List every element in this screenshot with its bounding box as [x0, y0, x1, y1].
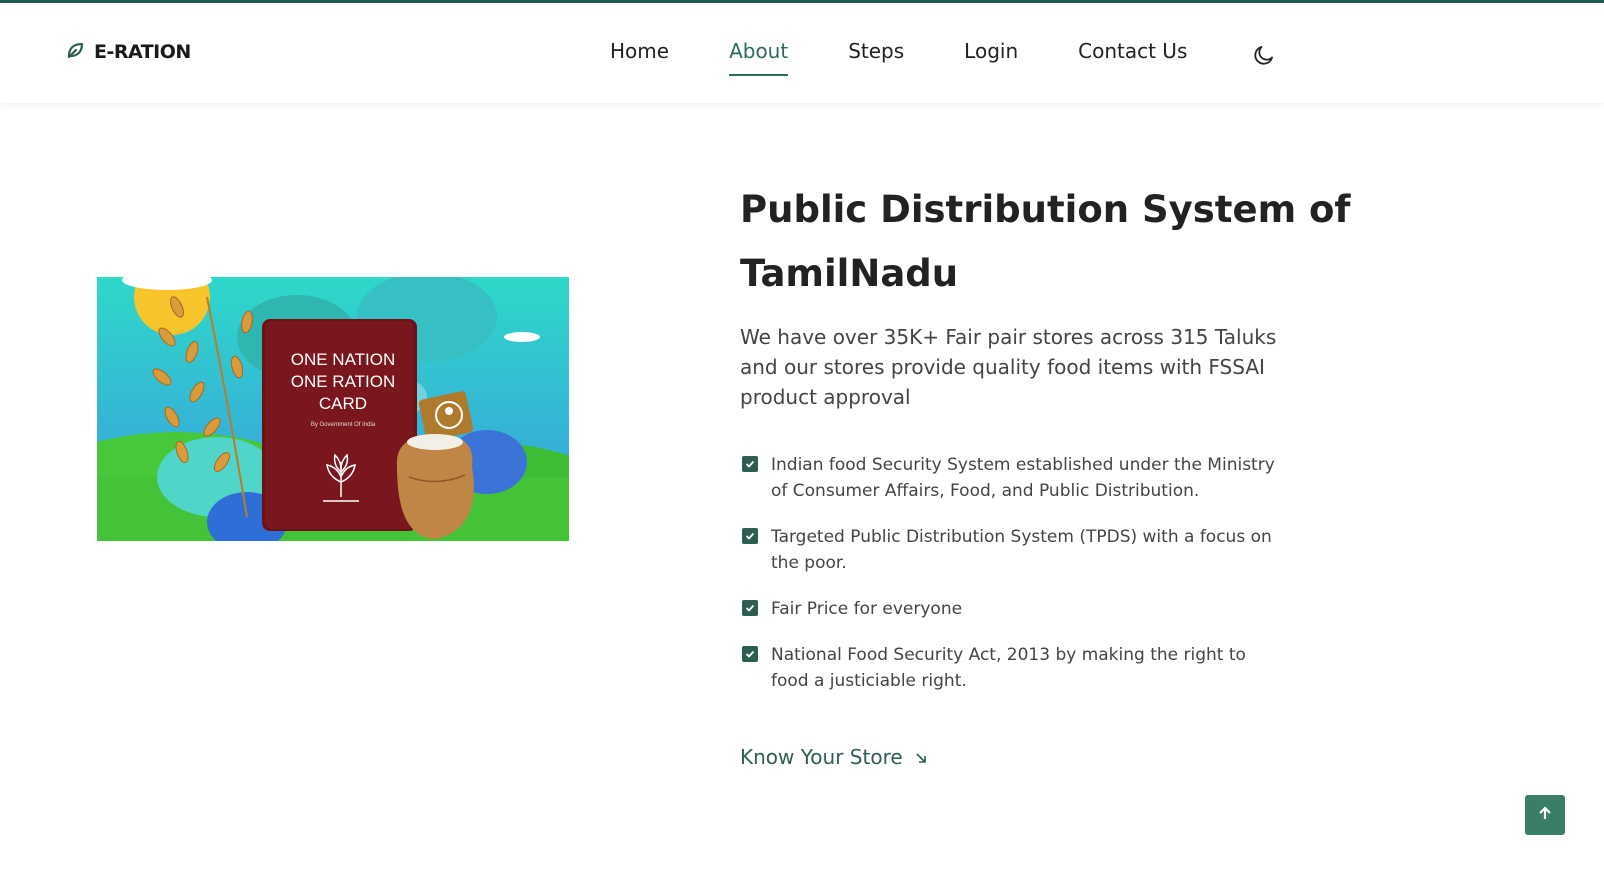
moon-icon[interactable]: [1252, 43, 1276, 67]
feature-list: Indian food Security System established …: [742, 452, 1282, 714]
list-item: Targeted Public Distribution System (TPD…: [742, 524, 1282, 576]
site-header: E-RATION Home About Steps Login Contact …: [0, 3, 1604, 103]
arrow-down-right-icon: [915, 745, 927, 769]
checkbox-checked-icon: [742, 456, 758, 472]
card-line-3: CARD: [319, 394, 367, 413]
brand-name: E-RATION: [94, 41, 191, 63]
intro-text: We have over 35K+ Fair pair stores acros…: [740, 325, 1277, 409]
feature-text: Indian food Security System established …: [771, 455, 1275, 501]
list-item: National Food Security Act, 2013 by maki…: [742, 642, 1282, 694]
nav-contact-us[interactable]: Contact Us: [1078, 39, 1187, 73]
list-item: Fair Price for everyone: [742, 596, 1282, 622]
nav-home[interactable]: Home: [610, 39, 669, 73]
arrow-up-icon: [1537, 805, 1553, 825]
main-nav: Home About Steps Login Contact Us: [610, 39, 1187, 76]
page-title: Public Distribution System of TamilNadu: [740, 188, 1351, 295]
checkbox-checked-icon: [742, 600, 758, 616]
card-line-2: ONE RATION: [291, 372, 396, 391]
cta-label: Know Your Store: [740, 745, 903, 769]
nav-steps[interactable]: Steps: [848, 39, 904, 73]
list-item: Indian food Security System established …: [742, 452, 1282, 504]
card-line-1: ONE NATION: [291, 350, 396, 369]
checkbox-checked-icon: [742, 646, 758, 662]
checkbox-checked-icon: [742, 528, 758, 544]
nav-about[interactable]: About: [729, 39, 789, 76]
feature-text: National Food Security Act, 2013 by maki…: [771, 645, 1246, 691]
brand-logo[interactable]: E-RATION: [66, 41, 191, 63]
leaf-icon: [66, 41, 84, 63]
ration-card-illustration: ONE NATION ONE RATION CARD By Government…: [97, 277, 569, 541]
scroll-to-top-button[interactable]: [1525, 795, 1565, 835]
nav-login[interactable]: Login: [964, 39, 1018, 73]
card-subtitle: By Government Of India: [311, 422, 376, 428]
feature-text: Targeted Public Distribution System (TPD…: [771, 527, 1272, 573]
feature-text: Fair Price for everyone: [771, 599, 963, 619]
know-your-store-link[interactable]: Know Your Store: [740, 745, 927, 769]
